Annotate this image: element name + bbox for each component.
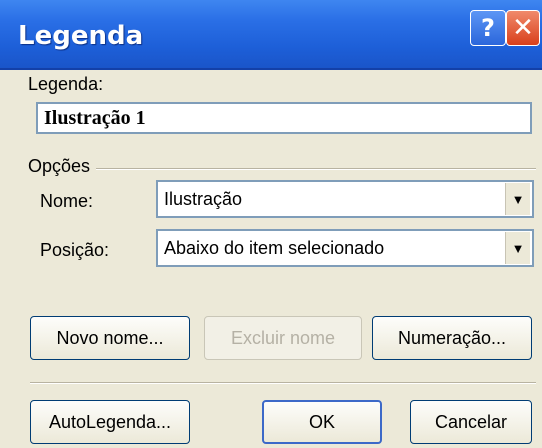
close-icon: ✕ <box>512 13 534 43</box>
position-label: Posição: <box>40 240 110 260</box>
delete-name-button[interactable]: Excluir nome <box>204 316 362 360</box>
dialog-title: Legenda <box>18 21 144 51</box>
separator <box>30 382 536 384</box>
caption-input[interactable]: Ilustração 1 <box>36 102 532 134</box>
cancel-button[interactable]: Cancelar <box>410 400 532 444</box>
title-bar: Legenda ? ✕ <box>0 0 542 70</box>
caption-value: Ilustração 1 <box>44 106 146 129</box>
close-button[interactable]: ✕ <box>506 10 540 46</box>
options-group-divider <box>96 168 536 170</box>
name-label: Nome: <box>40 191 94 211</box>
help-icon: ? <box>481 14 495 42</box>
ok-button[interactable]: OK <box>262 400 382 444</box>
chevron-down-icon[interactable]: ▼ <box>505 232 530 264</box>
position-combobox-value: Abaixo do item selecionado <box>164 237 385 258</box>
options-group-label: Opções <box>28 156 91 176</box>
name-combobox[interactable]: Ilustração ▼ <box>156 180 534 218</box>
help-button[interactable]: ? <box>470 10 506 46</box>
numbering-button[interactable]: Numeração... <box>372 316 532 360</box>
chevron-down-icon[interactable]: ▼ <box>505 183 530 215</box>
new-name-button[interactable]: Novo nome... <box>30 316 190 360</box>
name-combobox-value: Ilustração <box>164 188 243 209</box>
autocaption-button[interactable]: AutoLegenda... <box>30 400 190 444</box>
position-combobox[interactable]: Abaixo do item selecionado ▼ <box>156 229 534 267</box>
caption-label: Legenda: <box>28 74 104 94</box>
